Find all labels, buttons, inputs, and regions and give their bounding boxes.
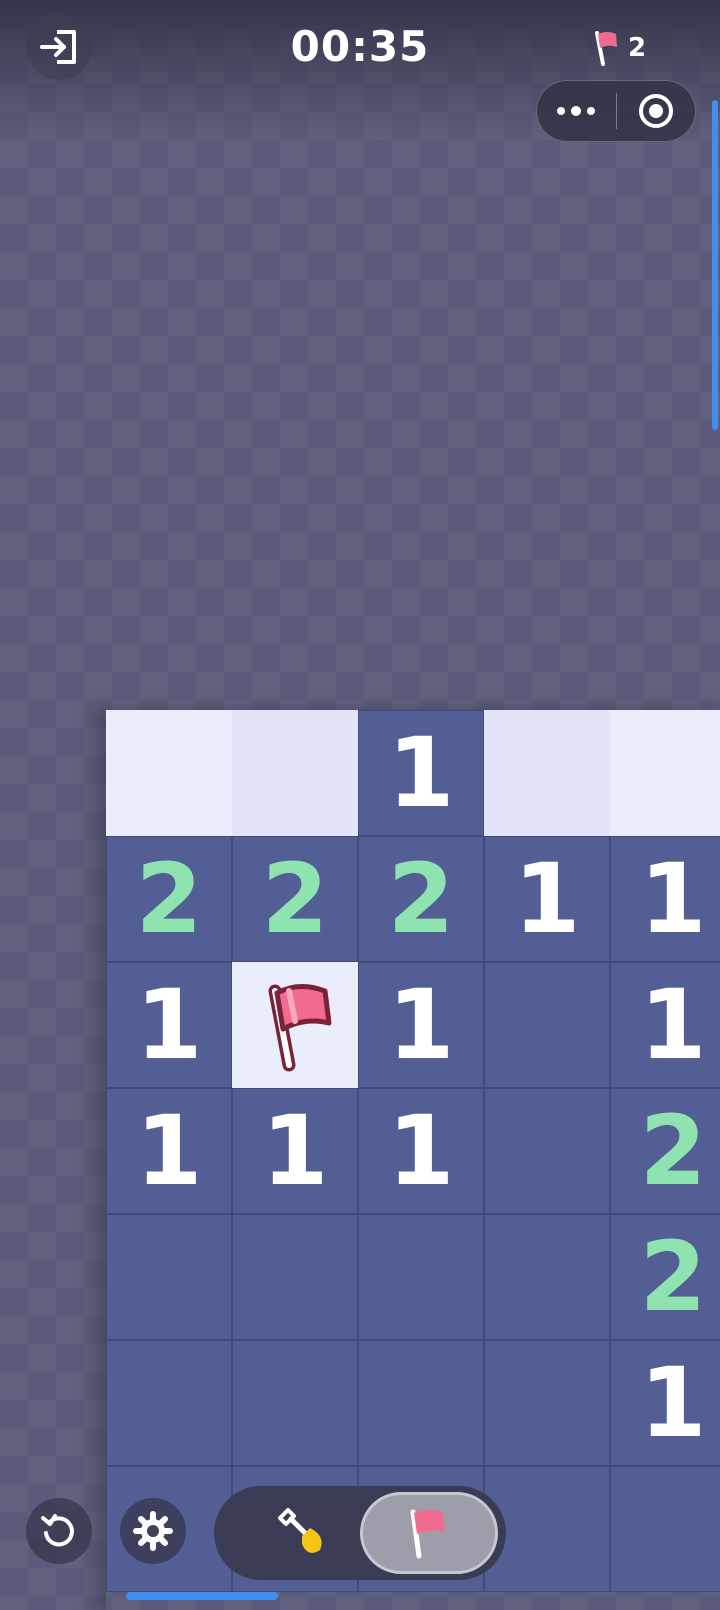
board-cell-hidden[interactable] bbox=[610, 710, 720, 836]
mini-program-capsule bbox=[536, 80, 696, 142]
gear-icon bbox=[133, 1511, 173, 1551]
cell-number: 1 bbox=[513, 843, 581, 955]
more-button[interactable] bbox=[537, 81, 616, 141]
board-cell-revealed[interactable]: 2 bbox=[106, 836, 232, 962]
board-cell-revealed[interactable] bbox=[484, 1340, 610, 1466]
board-cell-revealed[interactable]: 1 bbox=[358, 710, 484, 836]
flag-icon bbox=[268, 984, 332, 1072]
board-cell-revealed[interactable] bbox=[106, 1214, 232, 1340]
board-cell-revealed[interactable]: 1 bbox=[610, 836, 720, 962]
board-cell-revealed[interactable] bbox=[232, 1340, 358, 1466]
cell-number: 2 bbox=[639, 1221, 707, 1333]
board-cell-revealed[interactable]: 2 bbox=[358, 836, 484, 962]
board-cell-revealed[interactable] bbox=[484, 1088, 610, 1214]
close-miniprogram-button[interactable] bbox=[617, 81, 696, 141]
board-cell-revealed[interactable] bbox=[358, 1214, 484, 1340]
dig-flag-mode-toggle[interactable] bbox=[214, 1486, 506, 1580]
restart-button[interactable] bbox=[26, 1498, 92, 1564]
board-cell-revealed[interactable]: 1 bbox=[610, 962, 720, 1088]
board-cell-hidden[interactable] bbox=[484, 710, 610, 836]
cell-number: 1 bbox=[135, 1095, 203, 1207]
cell-number: 1 bbox=[261, 1095, 329, 1207]
bottom-indicator-bar bbox=[126, 1592, 278, 1600]
board-cell-revealed[interactable] bbox=[610, 1466, 720, 1592]
cell-number: 1 bbox=[639, 969, 707, 1081]
board-cell-revealed[interactable] bbox=[484, 1214, 610, 1340]
cell-number: 2 bbox=[639, 1095, 707, 1207]
board-cell-revealed[interactable] bbox=[232, 1214, 358, 1340]
board-cell-hidden[interactable] bbox=[106, 710, 232, 836]
flag-icon bbox=[410, 1509, 445, 1559]
more-dots-icon bbox=[557, 106, 596, 116]
cell-number: 1 bbox=[639, 1347, 707, 1459]
target-icon bbox=[638, 94, 673, 128]
cell-number: 1 bbox=[387, 1095, 455, 1207]
board-cell-revealed[interactable]: 1 bbox=[106, 962, 232, 1088]
board-cell-revealed[interactable]: 2 bbox=[610, 1088, 720, 1214]
board-cell-revealed[interactable]: 1 bbox=[484, 836, 610, 962]
cell-number: 1 bbox=[387, 717, 455, 829]
cell-number: 1 bbox=[135, 969, 203, 1081]
shovel-icon bbox=[278, 1508, 322, 1553]
board-cell-revealed[interactable] bbox=[106, 1340, 232, 1466]
cell-number: 2 bbox=[387, 843, 455, 955]
board-cell-hidden[interactable] bbox=[232, 710, 358, 836]
board-cell-revealed[interactable]: 1 bbox=[610, 1340, 720, 1466]
flag-mode-button[interactable] bbox=[360, 1492, 498, 1574]
flags-remaining-count: 2 bbox=[628, 33, 647, 63]
dig-mode-button[interactable] bbox=[240, 1486, 362, 1580]
board-cell-revealed[interactable]: 1 bbox=[358, 1088, 484, 1214]
board-cell-revealed[interactable] bbox=[358, 1340, 484, 1466]
cell-number: 1 bbox=[639, 843, 707, 955]
board-cell-flagged[interactable] bbox=[232, 962, 358, 1088]
board-cell-revealed[interactable] bbox=[484, 962, 610, 1088]
cell-number: 2 bbox=[135, 843, 203, 955]
flag-icon bbox=[595, 31, 617, 66]
flags-remaining-counter: 2 bbox=[594, 30, 646, 66]
cell-number: 1 bbox=[387, 969, 455, 1081]
board-cell-revealed[interactable]: 2 bbox=[610, 1214, 720, 1340]
cell-number: 2 bbox=[261, 843, 329, 955]
scroll-indicator[interactable] bbox=[712, 100, 718, 430]
board-cell-revealed[interactable]: 1 bbox=[106, 1088, 232, 1214]
board-cell-revealed[interactable]: 1 bbox=[358, 962, 484, 1088]
board-cell-revealed[interactable]: 2 bbox=[232, 836, 358, 962]
undo-icon bbox=[41, 1514, 74, 1547]
minesweeper-board: 122211111111221 bbox=[106, 710, 720, 1610]
settings-button[interactable] bbox=[120, 1498, 186, 1564]
board-cell-revealed[interactable]: 1 bbox=[232, 1088, 358, 1214]
